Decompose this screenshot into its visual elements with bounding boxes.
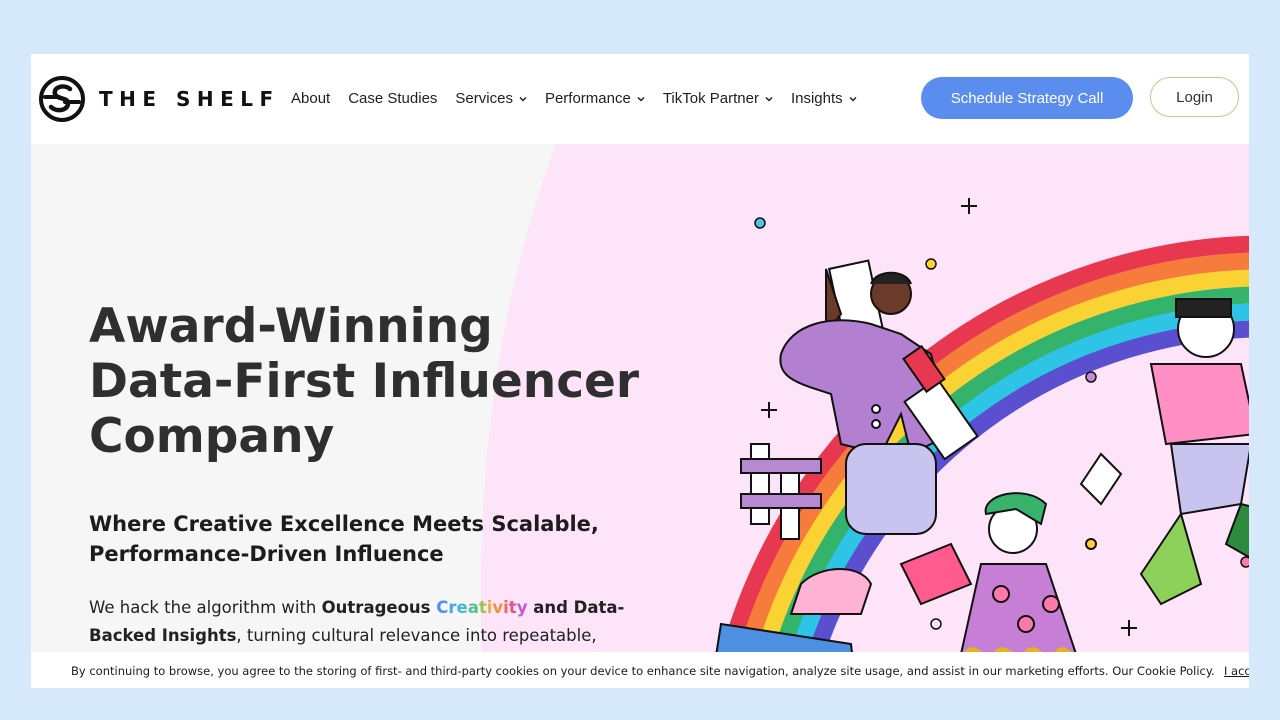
hero-illustration (709, 198, 1249, 688)
chevron-down-icon (849, 96, 857, 102)
hero-description: We hack the algorithm with Outrageous Cr… (89, 594, 689, 650)
chevron-down-icon (765, 96, 773, 102)
nav-label: Insights (790, 90, 843, 107)
hero-subtitle: Where Creative Excellence Meets Scalable… (89, 509, 709, 569)
cookie-consent-bar: By continuing to browse, you agree to th… (31, 652, 1249, 688)
rainbow-letter: a (467, 598, 479, 617)
rainbow-letter: e (456, 598, 468, 617)
hero-body-bold: Backed Insights (89, 626, 237, 645)
chevron-down-icon (519, 96, 527, 102)
hero-subtitle-line: Performance-Driven Influence (89, 542, 444, 566)
nav-case-studies[interactable]: Case Studies (348, 90, 437, 107)
nav-insights[interactable]: Insights (791, 90, 857, 107)
chevron-down-icon (637, 96, 645, 102)
hero-title-line: Company (89, 409, 335, 464)
shelf-logo-icon (39, 76, 85, 122)
browser-viewport: THE SHELF About Case Studies Services Pe… (31, 54, 1249, 688)
rainbow-letter: t (478, 598, 487, 617)
hero-body-text: We hack the algorithm with (89, 598, 322, 617)
nav-performance[interactable]: Performance (545, 90, 645, 107)
nav-label: About (291, 90, 331, 107)
main-nav: About Case Studies Services Performance … (291, 90, 875, 107)
login-button[interactable]: Login (1150, 77, 1239, 117)
hero-title-line: Award-Winning (89, 299, 493, 354)
brand-logo[interactable]: THE SHELF (37, 74, 280, 124)
hero-title-line: Data-First Influencer (89, 354, 640, 409)
rainbow-letter: y (516, 598, 528, 617)
nav-label: Performance (544, 90, 631, 107)
site-header: THE SHELF About Case Studies Services Pe… (31, 54, 1249, 144)
rainbow-letter: t (508, 598, 517, 617)
hero-body-bold: and Data- (527, 598, 625, 617)
rainbow-letter: C (436, 598, 449, 617)
hero-body-text: , turning cultural relevance into repeat… (236, 626, 597, 645)
nav-services[interactable]: Services (455, 90, 527, 107)
hero-body-bold: Outrageous (321, 598, 437, 617)
nav-about[interactable]: About (291, 90, 330, 107)
nav-label: Case Studies (348, 90, 438, 107)
rainbow-letter: v (492, 598, 504, 617)
nav-tiktok-partner[interactable]: TikTok Partner (663, 90, 773, 107)
brand-name: THE SHELF (99, 87, 280, 111)
nav-label: Services (455, 90, 513, 107)
schedule-strategy-call-button[interactable]: Schedule Strategy Call (921, 77, 1133, 119)
cookie-accept-link[interactable]: I accept (1224, 664, 1249, 678)
nav-label: TikTok Partner (662, 90, 759, 107)
hero-subtitle-line: Where Creative Excellence Meets Scalable… (89, 512, 599, 536)
cookie-consent-text: By continuing to browse, you agree to th… (71, 664, 1215, 678)
hero-title: Award-Winning Data-First Influencer Comp… (89, 299, 709, 464)
hero-rainbow-word: Creativity (436, 598, 527, 617)
